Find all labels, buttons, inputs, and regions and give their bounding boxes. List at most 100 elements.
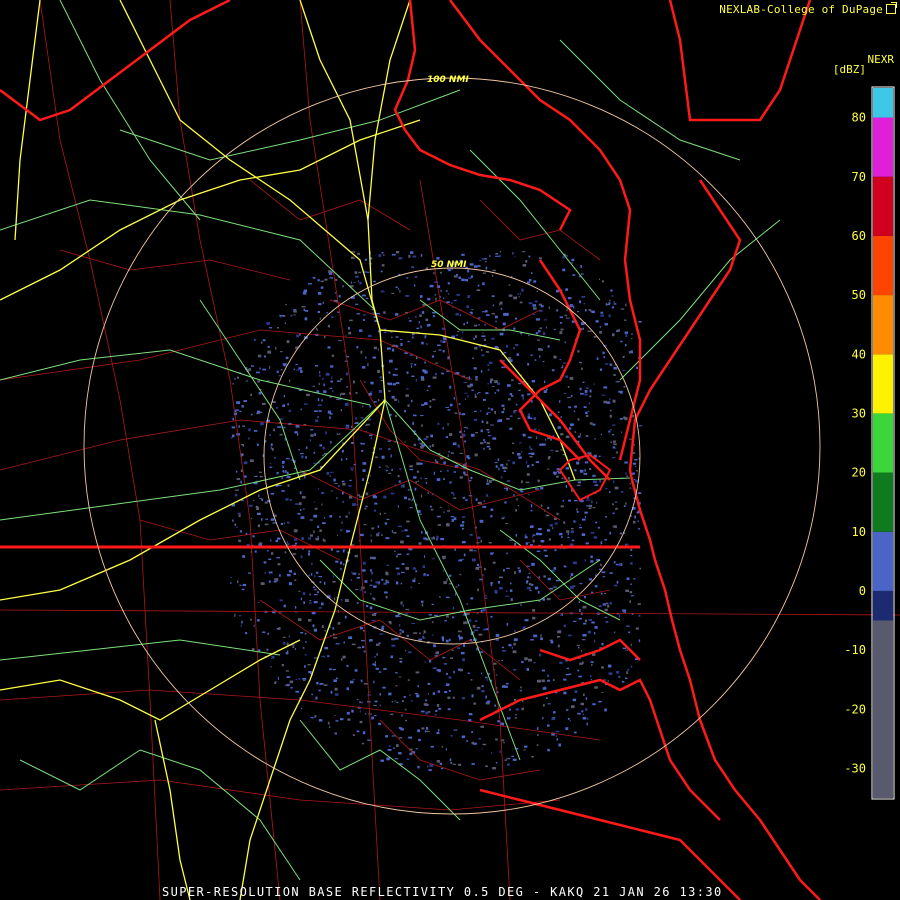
echo-pixel — [533, 428, 537, 431]
echo-pixel — [315, 571, 319, 574]
echo-pixel — [527, 465, 530, 468]
echo-pixel — [314, 507, 318, 510]
echo-pixel — [308, 552, 310, 556]
echo-pixel — [461, 735, 466, 739]
echo-pixel — [331, 376, 333, 379]
echo-pixel — [463, 553, 466, 557]
echo-pixel — [268, 580, 271, 583]
echo-pixel — [550, 639, 553, 642]
echo-pixel — [594, 639, 596, 643]
echo-pixel — [314, 501, 316, 503]
echo-pixel — [423, 438, 428, 441]
credit-link[interactable]: NEXLAB-College of DuPage — [719, 2, 897, 16]
echo-pixel — [599, 326, 601, 328]
echo-pixel — [423, 573, 426, 575]
echo-pixel — [556, 512, 559, 516]
echo-pixel — [514, 344, 519, 346]
echo-pixel — [547, 529, 551, 532]
echo-pixel — [257, 410, 261, 414]
echo-pixel — [506, 417, 510, 420]
echo-pixel — [396, 251, 400, 254]
echo-pixel — [559, 316, 563, 318]
echo-pixel — [418, 321, 420, 324]
echo-pixel — [348, 331, 352, 335]
echo-pixel — [439, 506, 442, 508]
echo-pixel — [463, 644, 465, 647]
echo-pixel — [367, 739, 371, 741]
echo-pixel — [573, 305, 575, 309]
echo-pixel — [508, 398, 511, 401]
echo-pixel — [293, 572, 296, 575]
echo-pixel — [319, 444, 322, 447]
echo-pixel — [369, 475, 371, 477]
echo-pixel — [340, 598, 343, 601]
echo-pixel — [283, 522, 285, 525]
echo-pixel — [574, 430, 576, 434]
echo-pixel — [630, 643, 632, 647]
echo-pixel — [565, 375, 569, 378]
echo-pixel — [366, 423, 370, 426]
echo-pixel — [477, 317, 481, 319]
echo-pixel — [477, 563, 479, 566]
echo-pixel — [543, 575, 546, 578]
echo-pixel — [323, 390, 327, 393]
echo-pixel — [632, 462, 635, 465]
echo-pixel — [357, 252, 360, 255]
echo-pixel — [527, 576, 529, 579]
echo-pixel — [605, 602, 609, 605]
echo-pixel — [329, 515, 333, 518]
echo-pixel — [398, 726, 401, 730]
echo-pixel — [416, 462, 420, 466]
echo-pixel — [507, 763, 510, 766]
echo-pixel — [459, 573, 462, 576]
echo-pixel — [318, 374, 321, 377]
echo-pixel — [285, 356, 289, 360]
echo-pixel — [418, 582, 420, 584]
echo-pixel — [363, 650, 366, 653]
echo-pixel — [330, 365, 334, 368]
echo-pixel — [563, 521, 566, 524]
echo-pixel — [464, 392, 468, 394]
echo-pixel — [426, 389, 429, 391]
echo-pixel — [298, 590, 301, 592]
echo-pixel — [498, 660, 501, 662]
echo-pixel — [619, 532, 622, 535]
echo-pixel — [381, 625, 385, 628]
echo-pixel — [471, 389, 474, 391]
echo-pixel — [521, 451, 523, 453]
echo-pixel — [365, 505, 368, 508]
echo-pixel — [542, 443, 546, 446]
echo-pixel — [252, 499, 255, 501]
echo-pixel — [590, 661, 594, 663]
echo-pixel — [492, 766, 496, 770]
echo-pixel — [576, 644, 581, 646]
echo-pixel — [494, 392, 497, 394]
echo-pixel — [315, 537, 320, 541]
echo-pixel — [505, 523, 509, 524]
echo-pixel — [474, 620, 478, 622]
echo-pixel — [281, 477, 283, 480]
echo-pixel — [522, 433, 526, 437]
echo-pixel — [586, 505, 591, 507]
echo-pixel — [449, 758, 452, 762]
echo-pixel — [266, 648, 269, 651]
echo-pixel — [391, 530, 393, 533]
echo-pixel — [515, 708, 519, 711]
echo-pixel — [501, 646, 504, 649]
echo-pixel — [378, 254, 382, 257]
echo-pixel — [295, 606, 297, 609]
echo-pixel — [448, 451, 451, 453]
echo-pixel — [563, 624, 566, 628]
echo-pixel — [275, 347, 277, 350]
echo-pixel — [512, 442, 514, 444]
echo-pixel — [267, 345, 270, 348]
echo-pixel — [519, 442, 522, 444]
echo-pixel — [413, 476, 417, 479]
echo-pixel — [331, 316, 334, 319]
legend-tick-label: 40 — [852, 347, 866, 361]
echo-pixel — [447, 454, 449, 458]
echo-pixel — [580, 362, 582, 364]
echo-pixel — [363, 524, 367, 526]
echo-pixel — [289, 680, 294, 684]
echo-pixel — [452, 616, 455, 619]
